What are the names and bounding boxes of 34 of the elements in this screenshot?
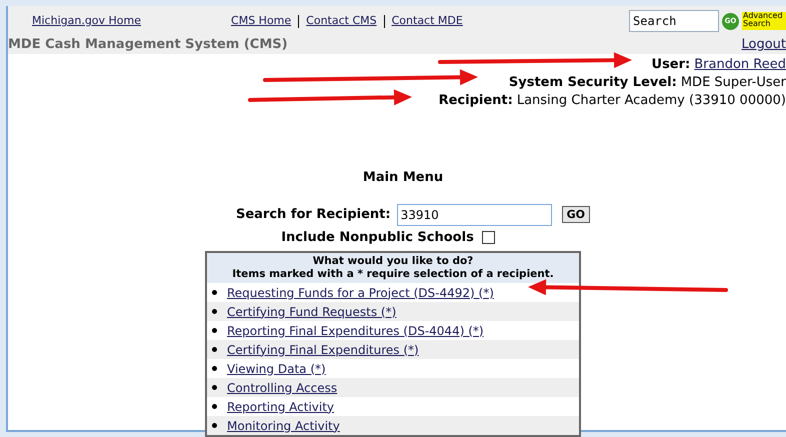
- menu-header-text: What would you like to do?: [312, 255, 474, 268]
- menu-title: Main Menu: [362, 169, 444, 187]
- search-field[interactable]: Search: [629, 10, 719, 32]
- bullet-icon: [212, 423, 217, 428]
- top-link[interactable]: Michigan.gov Home: [32, 12, 142, 30]
- advanced-search-link[interactable]: Advanced Search: [742, 12, 786, 30]
- logout-link[interactable]: Logout: [741, 35, 786, 55]
- bullet-icon: [212, 366, 217, 371]
- info-label: Recipient:: [438, 92, 513, 110]
- menu-link[interactable]: Requesting Funds for a Project (DS-4492) (*): [227, 284, 494, 302]
- checkbox-label: Include Nonpublic Schools: [281, 228, 474, 246]
- bullet-icon: [212, 385, 217, 390]
- user-link[interactable]: Brandon Reed: [694, 56, 786, 74]
- nonpublic-checkbox[interactable]: [482, 230, 495, 244]
- info-label: System Security Level:: [508, 74, 677, 92]
- bullet-icon: [212, 404, 217, 409]
- info-value: MDE Super-User: [680, 74, 786, 92]
- bullet-icon: [212, 347, 217, 352]
- info-label: User:: [652, 56, 690, 74]
- search-label: Search for Recipient:: [236, 206, 391, 224]
- nav-link[interactable]: Contact CMS: [306, 12, 377, 30]
- bullet-icon: [212, 290, 217, 295]
- menu-link[interactable]: Reporting Final Expenditures (DS-4044) (*): [227, 322, 484, 340]
- info-value: Lansing Charter Academy (33910 00000): [516, 92, 786, 110]
- bullet-icon: [212, 328, 217, 333]
- recipient-field[interactable]: 33910: [396, 204, 552, 226]
- nav-link[interactable]: CMS Home: [231, 12, 292, 30]
- menu-header-text: Items marked with a * require selection of a recipient.: [232, 268, 554, 281]
- menu-link[interactable]: Reporting Activity: [227, 398, 334, 416]
- go-button[interactable]: GO: [562, 206, 590, 223]
- menu-link[interactable]: Viewing Data (*): [227, 360, 326, 378]
- nav-link[interactable]: Contact MDE: [392, 12, 463, 30]
- app-title: MDE Cash Management System (CMS): [8, 36, 288, 54]
- bullet-icon: [212, 309, 217, 314]
